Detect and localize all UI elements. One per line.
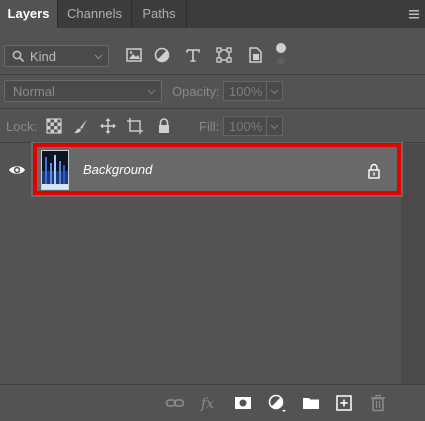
add-mask-icon[interactable] <box>233 394 253 412</box>
adjustment-layer-icon[interactable] <box>267 394 287 412</box>
divider <box>0 74 425 75</box>
filter-toggle-icon[interactable] <box>274 42 288 68</box>
delete-layer-icon[interactable] <box>368 394 388 412</box>
layers-scrollbar[interactable] <box>401 144 425 384</box>
new-group-icon[interactable] <box>301 394 321 412</box>
smart-object-filter-icon[interactable] <box>246 46 264 64</box>
chevron-down-icon <box>147 89 156 95</box>
fill-value: 100% <box>229 119 263 134</box>
lock-image-pixels-icon[interactable] <box>72 117 90 135</box>
search-icon <box>12 50 25 63</box>
opacity-input[interactable]: 100% <box>223 81 267 101</box>
visibility-eye-icon[interactable] <box>8 163 26 177</box>
chevron-down-icon <box>270 89 279 95</box>
adjustment-filter-icon[interactable] <box>153 46 171 64</box>
panel-tab-bar: Layers Channels Paths <box>0 0 425 28</box>
layers-panel: Layers Channels Paths Kind Normal Opacit… <box>0 0 425 421</box>
blend-mode-select[interactable]: Normal <box>4 80 162 102</box>
panel-menu-icon[interactable] <box>407 8 421 20</box>
lock-artboard-icon[interactable] <box>126 117 144 135</box>
fill-input[interactable]: 100% <box>223 116 267 136</box>
tab-layers[interactable]: Layers <box>0 0 57 28</box>
lock-transparent-pixels-icon[interactable] <box>45 117 63 135</box>
link-layers-icon[interactable] <box>165 394 185 412</box>
tab-paths[interactable]: Paths <box>132 0 186 28</box>
chevron-down-icon <box>270 124 279 130</box>
divider <box>0 108 425 109</box>
new-layer-icon[interactable] <box>334 394 354 412</box>
lock-label: Lock: <box>6 119 38 134</box>
chevron-down-icon <box>94 54 103 60</box>
fill-label: Fill: <box>199 119 220 134</box>
shape-filter-icon[interactable] <box>215 46 233 64</box>
fill-dropdown-button[interactable] <box>267 116 283 136</box>
opacity-label: Opacity: <box>172 84 220 99</box>
lock-position-icon[interactable] <box>99 117 117 135</box>
tab-channels[interactable]: Channels <box>58 0 131 28</box>
layer-style-icon[interactable]: fx <box>199 394 219 412</box>
filter-kind-select[interactable]: Kind <box>4 45 109 67</box>
red-highlight-box <box>33 143 401 195</box>
opacity-dropdown-button[interactable] <box>267 81 283 101</box>
filter-kind-label: Kind <box>30 49 57 64</box>
lock-all-icon[interactable] <box>155 117 173 135</box>
blend-mode-value: Normal <box>13 84 55 99</box>
opacity-value: 100% <box>229 84 263 99</box>
tab-divider <box>186 0 187 28</box>
image-filter-icon[interactable] <box>125 46 143 64</box>
svg-text:fx: fx <box>200 396 214 412</box>
type-filter-icon[interactable] <box>184 46 202 64</box>
